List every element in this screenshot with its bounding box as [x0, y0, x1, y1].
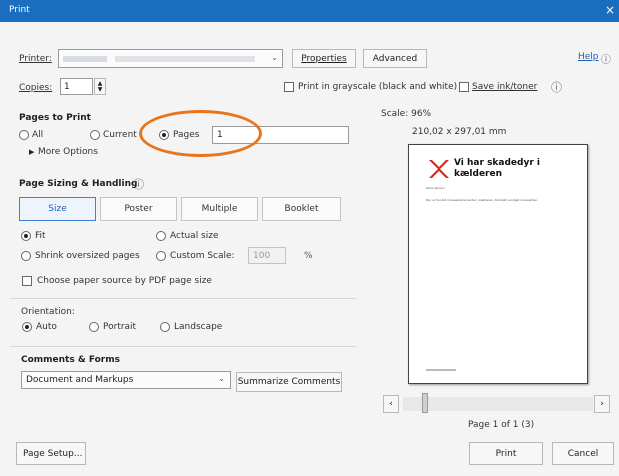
printer-select[interactable]: ⌄ — [58, 49, 283, 68]
comments-selected-value: Document and Markups — [26, 375, 134, 385]
page-setup-button[interactable]: Page Setup... — [16, 442, 86, 465]
summarize-comments-button[interactable]: Summarize Comments — [236, 372, 342, 392]
tab-size[interactable]: Size — [19, 197, 96, 221]
orientation-label: Orientation: — [21, 307, 75, 317]
tab-booklet[interactable]: Booklet — [262, 197, 341, 221]
more-options-link[interactable]: More Options — [38, 147, 98, 157]
highlight-ring — [139, 110, 262, 157]
divider — [10, 346, 356, 347]
grayscale-label: Print in grayscale (black and white) — [298, 82, 458, 92]
properties-label: Properties — [301, 53, 347, 64]
comments-heading: Comments & Forms — [21, 355, 120, 365]
actual-size-label: Actual size — [170, 231, 219, 241]
doc-body: Der er fundet museekskrementer i kældere… — [426, 198, 539, 202]
prev-page-button[interactable]: ‹ — [383, 395, 399, 413]
custom-scale-label: Custom Scale: — [170, 251, 235, 261]
actual-size-radio[interactable] — [156, 231, 166, 241]
paper-source-label: Choose paper source by PDF page size — [37, 276, 212, 286]
tab-poster[interactable]: Poster — [100, 197, 177, 221]
divider — [10, 298, 356, 299]
help-icon[interactable]: ⓘ — [601, 51, 611, 66]
auto-label: Auto — [36, 322, 57, 332]
page-dimensions: 210,02 x 297,01 mm — [412, 127, 507, 137]
percent-label: % — [304, 251, 313, 261]
fit-radio[interactable] — [21, 231, 31, 241]
landscape-radio[interactable] — [160, 322, 170, 332]
page-preview: Vi har skadedyr i kælderen Karin Jensen … — [408, 144, 588, 384]
page-setup-label: Page Setup... — [23, 448, 83, 459]
title-bar: Print × — [0, 0, 619, 22]
all-label: All — [32, 130, 44, 140]
copies-input[interactable]: 1 — [60, 78, 93, 95]
pages-to-print-heading: Pages to Print — [19, 113, 91, 123]
tab-poster-label: Poster — [124, 204, 153, 214]
printer-label: Printer: — [19, 54, 52, 64]
properties-button[interactable]: Properties — [292, 49, 356, 68]
tab-booklet-label: Booklet — [284, 204, 319, 214]
advanced-button[interactable]: Advanced — [363, 49, 427, 68]
comments-select[interactable]: Document and Markups ⌄ — [21, 371, 231, 389]
sizing-info-icon[interactable]: ⓘ — [133, 176, 144, 192]
help-link[interactable]: Help — [578, 52, 599, 62]
auto-radio[interactable] — [22, 322, 32, 332]
cancel-button[interactable]: Cancel — [552, 442, 614, 465]
chevron-down-icon: ⌄ — [271, 53, 278, 62]
summarize-comments-label: Summarize Comments — [237, 377, 341, 387]
landscape-label: Landscape — [174, 322, 223, 332]
page-slider-track[interactable] — [403, 397, 593, 411]
grayscale-checkbox[interactable] — [284, 82, 294, 92]
chevron-right-icon: › — [600, 399, 604, 409]
window-title: Print — [9, 5, 30, 15]
printer-name-blurred — [63, 56, 107, 62]
print-label: Print — [495, 448, 517, 459]
next-page-button[interactable]: › — [594, 395, 610, 413]
current-label: Current — [103, 130, 137, 140]
copies-label: Copies: — [19, 83, 53, 93]
tab-size-label: Size — [48, 204, 67, 214]
printer-name-blurred-2 — [115, 56, 255, 62]
cancel-label: Cancel — [567, 448, 599, 459]
shrink-radio[interactable] — [21, 251, 31, 261]
custom-scale-value: 100 — [253, 251, 271, 261]
info-icon[interactable]: ⓘ — [551, 79, 562, 95]
advanced-label: Advanced — [372, 53, 418, 64]
chevron-left-icon: ‹ — [389, 399, 393, 409]
fit-label: Fit — [35, 231, 46, 241]
copies-value: 1 — [64, 82, 70, 92]
page-counter: Page 1 of 1 (3) — [468, 420, 535, 430]
all-radio[interactable] — [19, 130, 29, 140]
chevron-down-icon: ⌄ — [218, 374, 225, 383]
tab-multiple[interactable]: Multiple — [181, 197, 258, 221]
print-button[interactable]: Print — [469, 442, 543, 465]
current-radio[interactable] — [90, 130, 100, 140]
hammer-icon — [429, 160, 449, 178]
portrait-radio[interactable] — [89, 322, 99, 332]
shrink-label: Shrink oversized pages — [35, 251, 140, 261]
doc-title-line2: kælderen — [454, 169, 502, 179]
sizing-heading: Page Sizing & Handling — [19, 179, 138, 189]
copies-stepper[interactable]: ▲ ▼ — [94, 78, 106, 95]
paper-source-checkbox[interactable] — [22, 276, 32, 286]
doc-footer-line — [426, 369, 456, 371]
triangle-right-icon[interactable]: ▶ — [29, 148, 34, 156]
save-ink-checkbox[interactable] — [459, 82, 469, 92]
save-ink-label: Save ink/toner — [472, 82, 538, 92]
doc-title-line1: Vi har skadedyr i — [454, 158, 541, 168]
scale-text: Scale: 96% — [381, 109, 432, 119]
tab-multiple-label: Multiple — [201, 204, 238, 214]
stepper-down-icon[interactable]: ▼ — [98, 86, 103, 93]
close-icon[interactable]: × — [605, 3, 615, 17]
portrait-label: Portrait — [103, 322, 137, 332]
page-slider-thumb[interactable] — [422, 393, 428, 413]
doc-author: Karin Jensen — [426, 186, 445, 190]
custom-scale-input[interactable]: 100 — [248, 247, 286, 264]
custom-scale-radio[interactable] — [156, 251, 166, 261]
